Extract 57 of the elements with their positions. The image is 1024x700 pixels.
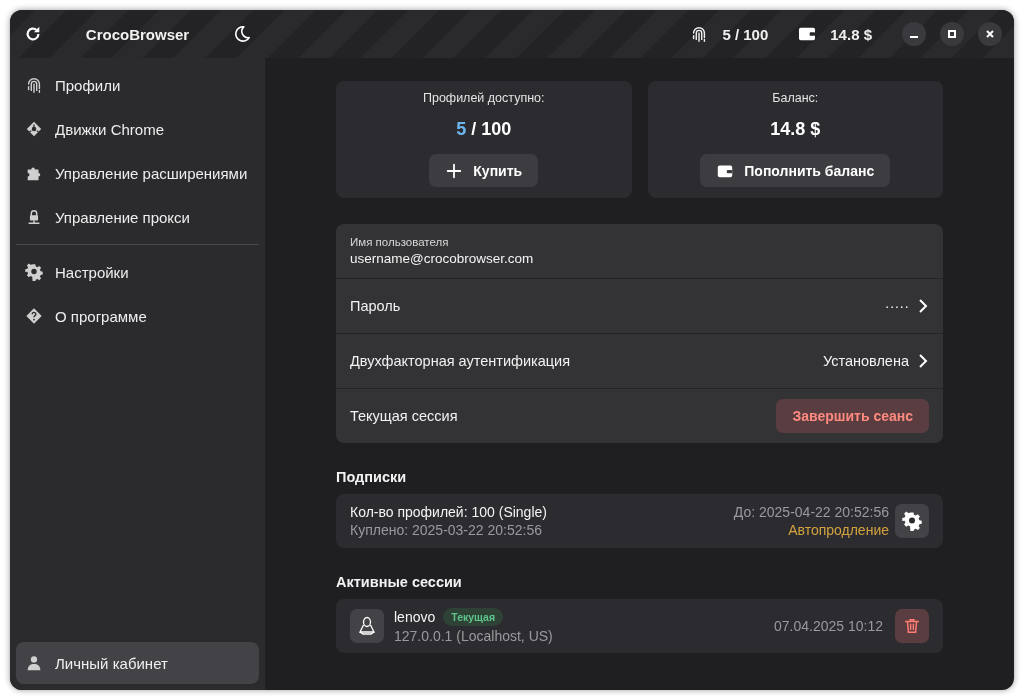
device-name: lenovo [394,609,436,625]
section-heading: Активные сессии [336,574,463,590]
fingerprint-icon [25,76,43,94]
settings-row[interactable]: Двухфакторная аутентификация Установлена [336,333,943,388]
card-label: Профилей доступно: [422,91,545,105]
card-value: 5 / 100 [456,119,512,140]
sidebar-item[interactable]: Настройки [16,250,259,294]
wallet-icon [798,26,817,42]
row-value: Установлена [822,353,909,369]
card-value: 14.8 $ [770,119,821,140]
help-icon [25,307,43,325]
sidebar-item[interactable]: О программе [16,294,259,338]
minimize-button[interactable] [902,22,926,46]
maximize-button[interactable] [940,22,964,46]
expiry-date: До: 2025-04-22 20:52:56 [733,504,889,520]
settings-button[interactable] [895,504,929,538]
app-title: CrocoBrowser [85,25,190,43]
settings-icon [25,263,43,281]
field-label: Имя пользователя [350,236,449,248]
refresh-icon[interactable] [24,25,42,43]
user-icon [25,654,43,672]
chevron-right-icon [917,353,929,369]
moon-icon[interactable] [233,25,251,43]
subscription-name: Кол-во профилей: 100 (Single) [350,504,548,520]
settings-row[interactable]: Пароль ····· [336,278,943,333]
plus-icon [445,161,464,180]
auto-renewal-status: Автопродление [788,522,889,538]
section-heading: Подписки [336,469,408,485]
sidebar-item[interactable]: Движки Chrome [16,107,259,151]
maximize-icon [947,29,957,39]
sidebar-item[interactable]: Профили [16,63,259,107]
trash-icon [903,617,921,635]
purchase-date: Куплено: 2025-03-22 20:52:56 [350,522,543,538]
ip-address: 127.0.0.1 (Localhost, US) [394,628,554,644]
balance-amount: 14.8 $ [830,25,872,43]
chevron-right-icon [917,298,929,314]
card-label: Баланс: [772,91,819,105]
card-button[interactable]: Купить [429,154,539,187]
minimize-icon [910,36,918,38]
sidebar-item[interactable]: Управление прокси [16,195,259,239]
sidebar-item[interactable]: Личный кабинет [16,642,259,684]
sidebar-item[interactable]: Управление расширениями [16,151,259,195]
close-button[interactable] [978,22,1002,46]
settings-icon [902,511,922,531]
close-icon [985,29,995,39]
row-label: Двухфакторная аутентификация [350,353,572,369]
diamond-icon [25,120,43,138]
session-time: 07.04.2025 10:12 [774,618,883,634]
username-value: username@crocobrowser.com [350,251,534,266]
row-value: ····· [884,298,909,314]
row-label: Пароль [350,298,402,314]
card-button[interactable]: Пополнить баланс [700,154,891,187]
delete-button[interactable] [895,609,929,643]
current-session-badge: Текущая [443,608,504,626]
row-label: Текущая сессия [350,408,459,424]
end-session-button[interactable]: Завершить сеанс [776,399,929,433]
profiles-count: 5 / 100 [722,25,769,43]
